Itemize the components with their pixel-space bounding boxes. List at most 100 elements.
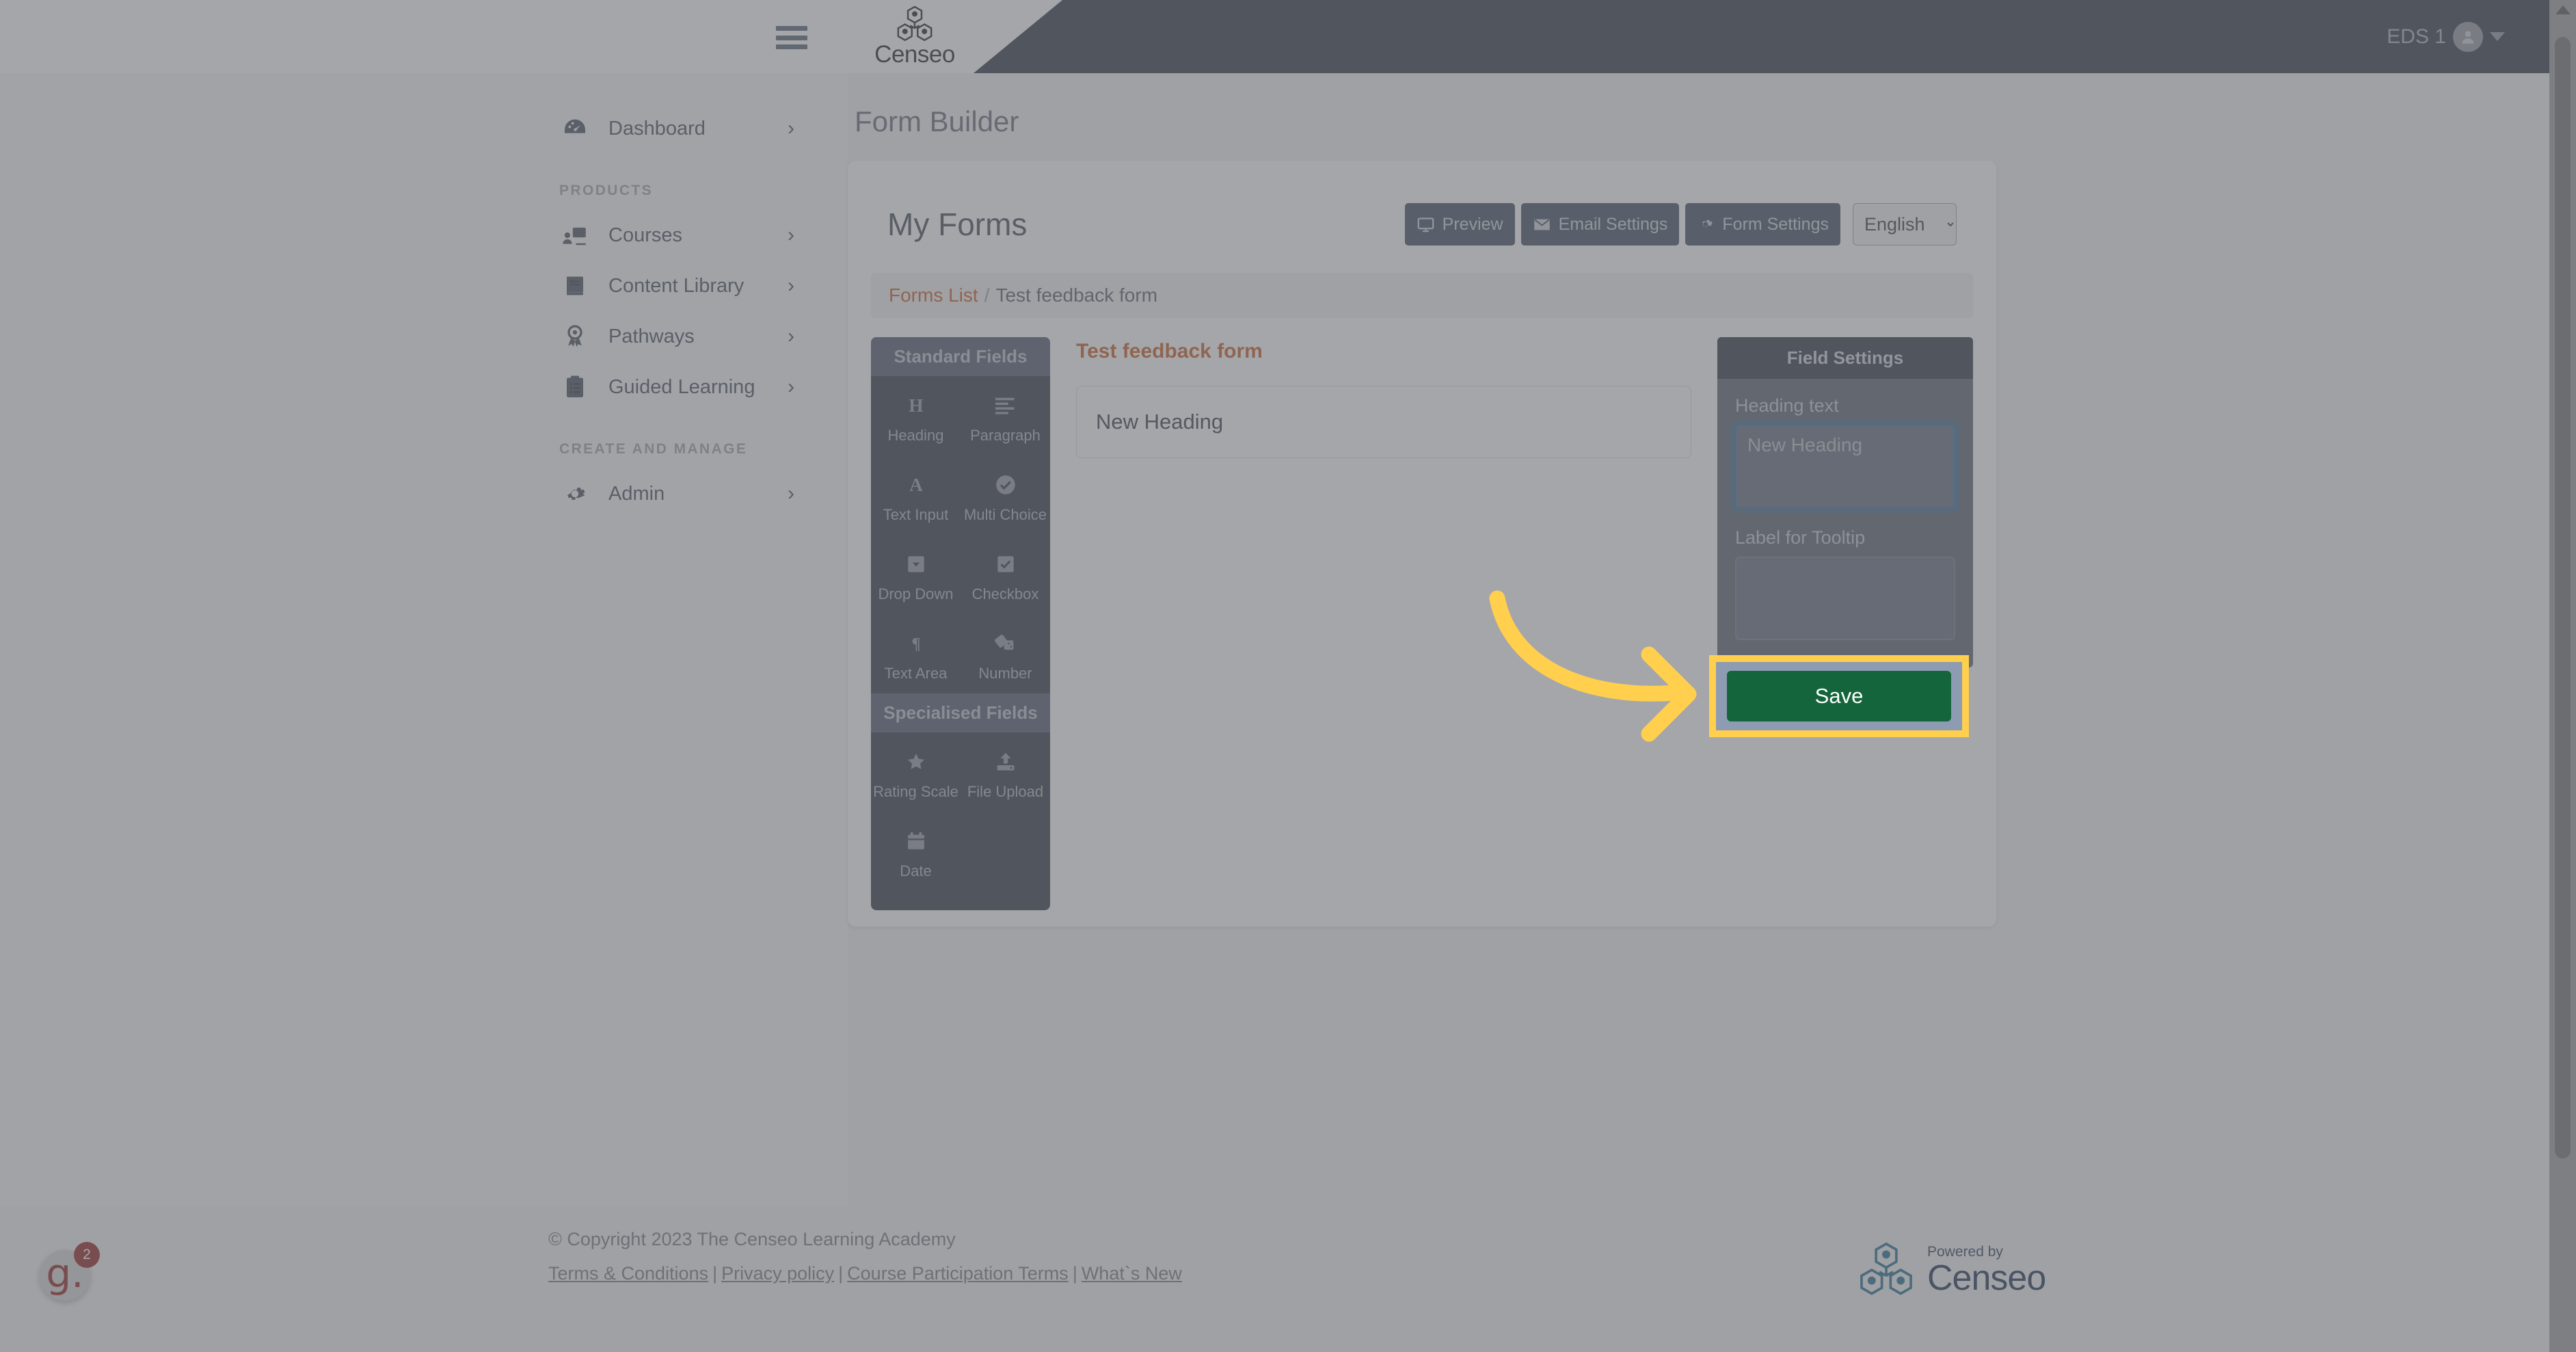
powered-by-censeo-logo: Powered by Censeo — [1856, 1242, 2046, 1298]
tooltip-label: Label for Tooltip — [1735, 527, 1866, 548]
palette-item-label: Text Area — [884, 665, 948, 682]
powered-by-label: Powered by — [1927, 1243, 2003, 1260]
palette-item-label: Multi Choice — [963, 506, 1047, 523]
footer-links: Terms & Conditions | Privacy policy | Course… — [548, 1259, 1182, 1289]
calendar-icon — [906, 827, 926, 856]
text-input-a-icon: A — [906, 470, 926, 499]
email-settings-button[interactable]: Email Settings — [1520, 203, 1680, 246]
sidebar-item-admin[interactable]: Admin › — [0, 468, 848, 519]
chevron-right-icon: › — [788, 325, 794, 347]
footer-link-course-participation-terms[interactable]: Course Participation Terms — [847, 1263, 1069, 1284]
footer-link-privacy-policy[interactable]: Privacy policy — [721, 1263, 834, 1284]
dashboard-gauge-icon — [559, 113, 591, 144]
palette-item-text-area[interactable]: ¶ Text Area — [871, 614, 961, 693]
sidebar-group-create-and-manage: CREATE AND MANAGE — [559, 441, 748, 457]
footer-link-whats-new[interactable]: What`s New — [1082, 1263, 1182, 1284]
sidebar-item-label: Guided Learning — [608, 375, 755, 398]
sidebar-navigation: Dashboard › PRODUCTS Courses › Content L… — [0, 73, 848, 1352]
footer-link-separator: | — [712, 1262, 718, 1284]
footer-link-separator: | — [838, 1262, 844, 1284]
footer-link-separator: | — [1072, 1262, 1077, 1284]
user-menu[interactable]: EDS 1 — [2387, 0, 2505, 73]
text-area-pilcrow-icon: ¶ — [907, 629, 926, 658]
censeo-hex-mark-icon — [897, 5, 933, 42]
scrollbar-thumb[interactable] — [2555, 37, 2571, 1158]
chevron-right-icon: › — [788, 274, 794, 297]
sidebar-item-label: Dashboard — [608, 117, 706, 140]
user-name-label: EDS 1 — [2387, 25, 2446, 48]
palette-item-label: Date — [900, 862, 932, 879]
breadcrumb: Forms List / Test feedback form — [871, 273, 1973, 318]
footer-text: © Copyright 2023 The Censeo Learning Aca… — [548, 1225, 1182, 1288]
topbar-dark-panel — [974, 0, 2576, 73]
paragraph-lines-icon — [995, 391, 1016, 420]
upload-icon — [995, 747, 1016, 776]
sidebar-group-products: PRODUCTS — [559, 183, 654, 198]
censeo-logo[interactable]: Censeo — [850, 5, 980, 68]
monitor-icon — [1417, 215, 1435, 234]
breadcrumb-separator: / — [984, 284, 990, 306]
censeo-wordmark: Censeo — [874, 41, 955, 68]
book-icon — [559, 270, 591, 302]
help-widget-badge: 2 — [74, 1242, 100, 1268]
sidebar-item-dashboard[interactable]: Dashboard › — [0, 103, 848, 154]
canvas-field-heading-text: New Heading — [1096, 410, 1224, 434]
palette-item-rating-scale[interactable]: Rating Scale — [871, 732, 961, 812]
palette-section-standard-title: Standard Fields — [871, 337, 1050, 376]
form-toolbar: Preview Email Settings Form Settings Eng… — [1404, 203, 1957, 246]
breadcrumb-forms-list-link[interactable]: Forms List — [889, 284, 978, 306]
scroll-up-arrow-icon[interactable] — [2555, 5, 2571, 14]
sidebar-item-guided-learning[interactable]: Guided Learning › — [0, 362, 848, 412]
help-widget-button[interactable]: g. 2 — [40, 1242, 100, 1301]
palette-item-text-input[interactable]: A Text Input — [871, 455, 961, 535]
main-content: Form Builder My Forms Preview Email Sett… — [848, 73, 2576, 1352]
top-navigation-bar: Censeo EDS 1 — [0, 0, 2576, 73]
number-dice-icon — [994, 629, 1017, 658]
palette-item-label: Number — [978, 665, 1032, 682]
caret-down-icon[interactable] — [2490, 32, 2505, 41]
palette-standard-grid: H Heading Paragraph A Text Input Multi C… — [871, 376, 1050, 693]
award-ribbon-icon — [559, 321, 591, 352]
field-settings-panel: Field Settings Heading text Label for To… — [1717, 337, 1973, 667]
sidebar-item-label: Pathways — [608, 325, 695, 347]
field-settings-title: Field Settings — [1717, 337, 1973, 379]
application-root: Censeo EDS 1 Dashboard › PRODUCTS Course… — [0, 0, 2576, 1352]
palette-item-checkbox[interactable]: Checkbox — [961, 535, 1050, 614]
palette-item-drop-down[interactable]: Drop Down — [871, 535, 961, 614]
vertical-scrollbar[interactable] — [2549, 0, 2576, 1352]
palette-item-label: Paragraph — [970, 427, 1041, 444]
sidebar-item-pathways[interactable]: Pathways › — [0, 311, 848, 362]
footer-link-terms-and-conditions[interactable]: Terms & Conditions — [548, 1263, 708, 1284]
heading-text-input[interactable] — [1735, 425, 1955, 508]
censeo-wordmark: Censeo — [1927, 1258, 2046, 1298]
sidebar-item-courses[interactable]: Courses › — [0, 210, 848, 261]
chevron-right-icon: › — [788, 482, 794, 505]
sidebar-item-content-library[interactable]: Content Library › — [0, 261, 848, 311]
gear-icon — [559, 478, 591, 509]
palette-item-paragraph[interactable]: Paragraph — [961, 376, 1050, 455]
canvas-field-heading[interactable]: New Heading — [1076, 386, 1691, 458]
preview-button[interactable]: Preview — [1404, 203, 1515, 246]
tooltip-input[interactable] — [1735, 557, 1955, 640]
heading-text-label: Heading text — [1735, 395, 1839, 416]
field-palette: Standard Fields H Heading Paragraph A Te… — [871, 337, 1050, 910]
form-settings-button[interactable]: Form Settings — [1685, 203, 1840, 246]
breadcrumb-current: Test feedback form — [995, 284, 1158, 306]
palette-grid-filler — [961, 812, 1050, 891]
palette-item-number[interactable]: Number — [961, 614, 1050, 693]
form-canvas: Test feedback form New Heading — [1076, 337, 1691, 910]
palette-item-label: Checkbox — [971, 585, 1039, 602]
palette-item-file-upload[interactable]: File Upload — [961, 732, 1050, 812]
palette-item-multi-choice[interactable]: Multi Choice — [961, 455, 1050, 535]
chevron-right-icon: › — [788, 224, 794, 246]
star-icon — [906, 747, 926, 776]
palette-item-label: Drop Down — [878, 585, 954, 602]
palette-item-heading[interactable]: H Heading — [871, 376, 961, 455]
palette-section-specialised-title: Specialised Fields — [871, 693, 1050, 732]
hamburger-icon[interactable] — [776, 26, 807, 49]
svg-text:A: A — [909, 475, 923, 495]
palette-item-date[interactable]: Date — [871, 812, 961, 891]
language-select[interactable]: English — [1853, 203, 1957, 246]
multi-choice-check-circle-icon — [995, 470, 1016, 499]
footer-copyright: © Copyright 2023 The Censeo Learning Aca… — [548, 1229, 956, 1249]
